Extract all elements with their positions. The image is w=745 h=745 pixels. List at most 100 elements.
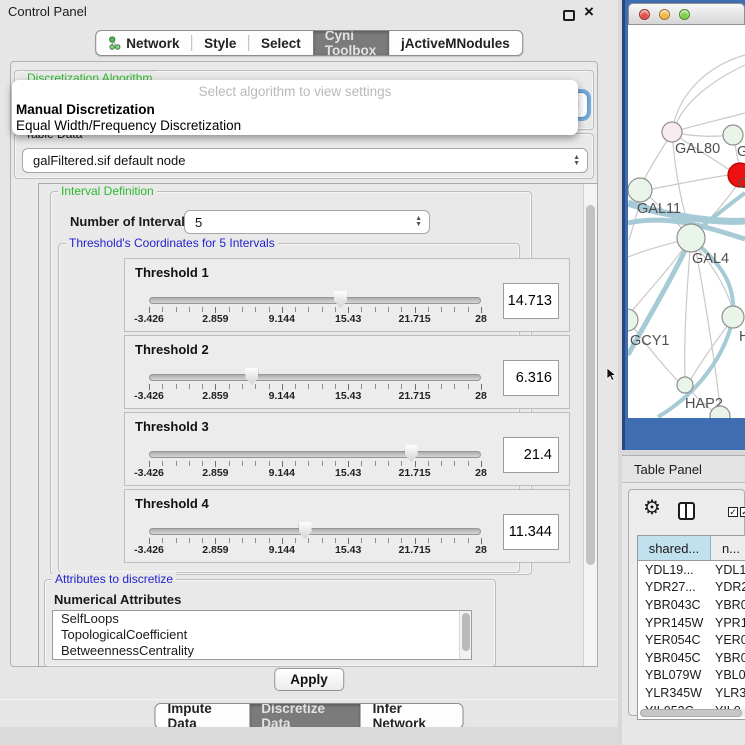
network-edge[interactable]: [628, 241, 680, 257]
zoom-traffic-light[interactable]: [679, 9, 690, 20]
threshold-value-field[interactable]: 6.316: [503, 360, 559, 396]
table-horizontal-scrollbar[interactable]: [640, 709, 745, 717]
apply-button[interactable]: Apply: [274, 668, 344, 691]
tab-label: jActiveMNodules: [401, 36, 510, 51]
close-traffic-light[interactable]: [639, 9, 650, 20]
network-window-titlebar[interactable]: [628, 3, 745, 25]
slider-tick: [401, 307, 402, 312]
network-node[interactable]: [723, 125, 743, 145]
network-edge[interactable]: [674, 55, 745, 123]
slider-handle[interactable]: [334, 291, 347, 308]
tab-style[interactable]: Style: [192, 31, 248, 55]
tab-impute-data[interactable]: Impute Data: [156, 704, 250, 728]
scrollbar-thumb[interactable]: [640, 709, 742, 717]
slider-tick: [189, 307, 190, 312]
algorithm-option[interactable]: Equal Width/Frequency Discretization: [16, 118, 574, 133]
node-table[interactable]: shared... n... YDL19...YDL1...YDR27...YD…: [637, 535, 745, 720]
checkbox-icon[interactable]: ✓: [740, 507, 745, 517]
table-row[interactable]: YBR043CYBR0...: [638, 596, 745, 614]
slider-tick: [361, 461, 362, 466]
slider-tick: [388, 538, 389, 543]
table-row[interactable]: YER054CYER0...: [638, 631, 745, 649]
network-node[interactable]: [677, 377, 693, 393]
threshold-label: Threshold 4: [135, 496, 209, 511]
column-header-name[interactable]: n...: [711, 536, 745, 560]
tab-network[interactable]: Network: [96, 31, 191, 55]
tab-cyni-toolbox[interactable]: Cyni Toolbox: [313, 31, 389, 55]
slider-tick: [468, 461, 469, 466]
numerical-attributes-list[interactable]: SelfLoopsTopologicalCoefficientBetweenne…: [52, 610, 472, 660]
slider-tick: [322, 461, 323, 466]
threshold-value-field[interactable]: 11.344: [503, 514, 559, 550]
table-data-combobox[interactable]: galFiltered.sif default node ▲▼: [22, 148, 588, 173]
table-row[interactable]: YPR145WYPR1...: [638, 614, 745, 632]
slider-tick-label: 21.715: [399, 544, 431, 556]
column-selector-icon[interactable]: [678, 502, 695, 520]
threshold-value-field[interactable]: 21.4: [503, 437, 559, 473]
slider-handle[interactable]: [245, 368, 258, 385]
algorithm-option[interactable]: Manual Discretization: [16, 102, 574, 117]
table-row[interactable]: YDL19...YDL1...: [638, 561, 745, 579]
minimize-traffic-light[interactable]: [659, 9, 670, 20]
slider-tick: [441, 384, 442, 389]
slider-tick: [375, 538, 376, 543]
network-edge[interactable]: [652, 175, 729, 189]
slider-handle[interactable]: [299, 522, 312, 539]
scrollbar-thumb[interactable]: [462, 613, 470, 651]
control-panel-window: Control Panel × NetworkStyleSelectCyni T…: [0, 0, 618, 745]
close-icon[interactable]: ×: [584, 2, 594, 22]
table-row[interactable]: YLR345WYLR3...: [638, 684, 745, 702]
slider-tick: [388, 384, 389, 389]
cell-shared-name: YDR27...: [638, 580, 711, 594]
float-window-icon[interactable]: [563, 10, 575, 21]
slider-tick: [361, 307, 362, 312]
attribute-list-item[interactable]: TopologicalCoefficient: [53, 627, 471, 643]
attribute-list-item[interactable]: SelfLoops: [53, 611, 471, 627]
slider-tick-label: 28: [475, 313, 487, 325]
gear-icon[interactable]: ⚙: [643, 498, 661, 518]
slider-track[interactable]: [149, 451, 481, 458]
network-canvas[interactable]: GAL80GACGAL11GAL4GCY1HHAP2: [628, 25, 745, 418]
slider-track[interactable]: [149, 374, 481, 381]
network-node[interactable]: [628, 309, 638, 331]
network-node-label: GAL80: [675, 141, 720, 157]
slider-tick: [454, 307, 455, 312]
tab-select[interactable]: Select: [249, 31, 313, 55]
network-node[interactable]: [662, 122, 682, 142]
network-node[interactable]: [677, 224, 705, 252]
threshold-value-field[interactable]: 14.713: [503, 283, 559, 319]
slider-track[interactable]: [149, 297, 481, 304]
table-row[interactable]: YBL079WYBL0...: [638, 667, 745, 685]
attributes-list-scrollbar[interactable]: [459, 611, 471, 659]
slider-tick-label: 2.859: [202, 390, 228, 402]
network-node[interactable]: [722, 306, 744, 328]
slider-tick: [322, 538, 323, 543]
cell-shared-name: YPR145W: [638, 616, 711, 630]
slider-handle[interactable]: [405, 445, 418, 462]
checkbox-icon[interactable]: ✓: [728, 507, 738, 517]
tab-infer-network[interactable]: Infer Network: [361, 704, 463, 728]
network-node[interactable]: [628, 178, 652, 202]
slider-tick-label: 2.859: [202, 467, 228, 479]
slider-track[interactable]: [149, 528, 481, 535]
tab-discretize-data[interactable]: Discretize Data: [249, 704, 360, 728]
slider-tick: [308, 461, 309, 466]
network-edge[interactable]: [685, 251, 690, 377]
table-data-value: galFiltered.sif default node: [33, 153, 185, 168]
attribute-list-item[interactable]: BetweennessCentrality: [53, 643, 471, 659]
cell-shared-name: YDL19...: [638, 563, 711, 577]
slider-tick: [401, 461, 402, 466]
slider-tick: [454, 538, 455, 543]
slider-tick: [441, 461, 442, 466]
table-panel-titlebar[interactable]: Table Panel: [622, 455, 745, 483]
table-panel-frame: ⚙ ✓ ✓ shared... n... YDL19...YDL1...YDR2…: [628, 489, 745, 716]
table-row[interactable]: YDR27...YDR2...: [638, 579, 745, 597]
threshold-label: Threshold 3: [135, 419, 209, 434]
settings-vertical-scrollbar[interactable]: [583, 184, 597, 666]
tab-jactivemnodules[interactable]: jActiveMNodules: [389, 31, 522, 55]
column-header-shared-name[interactable]: shared...: [638, 536, 711, 560]
network-edge-thick[interactable]: [694, 193, 745, 233]
scrollbar-thumb[interactable]: [586, 205, 595, 565]
number-of-intervals-combobox[interactable]: 5 ▲▼: [184, 210, 430, 234]
table-row[interactable]: YBR045CYBR0...: [638, 649, 745, 667]
